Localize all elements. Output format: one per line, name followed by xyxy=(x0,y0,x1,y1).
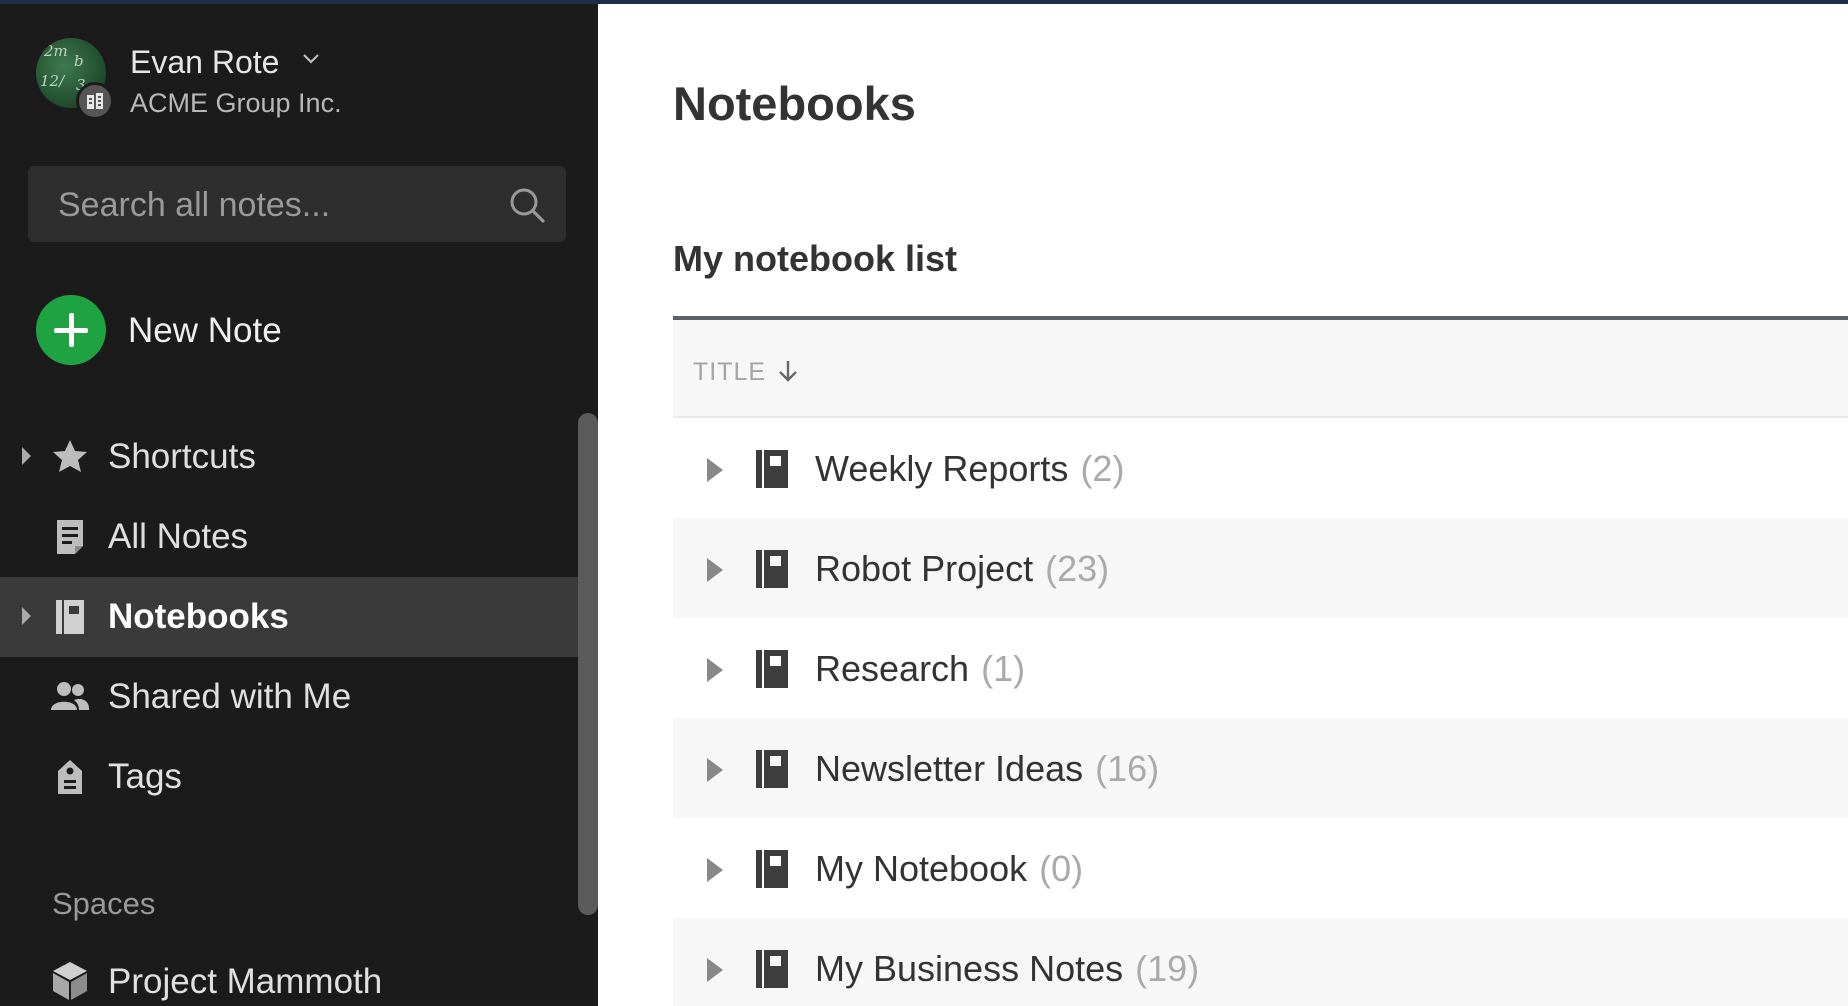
main-panel: Notebooks My notebook list TITLE Weekly … xyxy=(598,4,1848,1006)
people-icon xyxy=(50,677,90,717)
notebook-icon xyxy=(755,648,789,690)
column-header-title[interactable]: TITLE xyxy=(673,320,1848,418)
notebook-row[interactable]: Newsletter Ideas (16) xyxy=(673,718,1848,818)
chevron-down-icon[interactable] xyxy=(302,52,320,70)
note-count: (19) xyxy=(1135,948,1200,989)
user-name[interactable]: Evan Rote xyxy=(130,44,279,81)
notebook-icon xyxy=(755,848,789,890)
notebook-icon xyxy=(755,548,789,590)
sidebar: 2m b 12/ 3 Evan Rote ACME Group Inc. Sea… xyxy=(0,4,598,1006)
expand-caret-icon[interactable] xyxy=(22,607,31,625)
search-icon[interactable] xyxy=(508,186,546,229)
star-icon xyxy=(50,437,90,477)
expand-caret-icon[interactable] xyxy=(707,758,723,782)
new-note-label: New Note xyxy=(128,311,282,350)
cube-icon xyxy=(50,960,90,1002)
column-title-label: TITLE xyxy=(693,358,767,386)
note-count: (0) xyxy=(1039,848,1084,889)
notebook-list-title: My notebook list xyxy=(673,238,958,279)
plus-icon xyxy=(36,295,106,365)
note-count: (1) xyxy=(981,648,1026,689)
notebook-list: Weekly Reports (2) Robot Project (23) Rese… xyxy=(673,418,1848,1006)
new-note-button[interactable]: New Note xyxy=(36,295,356,365)
note-count: (23) xyxy=(1045,548,1110,589)
space-item-project-mammoth[interactable]: Project Mammoth xyxy=(0,944,580,1006)
sidebar-item-label: All Notes xyxy=(108,517,249,556)
account-switcher[interactable]: 2m b 12/ 3 Evan Rote ACME Group Inc. xyxy=(36,38,456,122)
notebook-row[interactable]: My Notebook (0) xyxy=(673,818,1848,918)
notebook-name: Research xyxy=(815,648,970,689)
notebook-icon xyxy=(755,948,789,990)
space-item-label: Project Mammoth xyxy=(108,962,383,1001)
sidebar-item-shared-with-me[interactable]: Shared with Me xyxy=(0,657,580,737)
notebook-icon xyxy=(50,597,90,637)
note-icon xyxy=(50,517,90,557)
expand-caret-icon[interactable] xyxy=(707,658,723,682)
notebook-row[interactable]: Robot Project (23) xyxy=(673,518,1848,618)
sidebar-nav: Shortcuts All Notes Notebooks Shared wit… xyxy=(0,417,580,817)
notebook-name: My Business Notes xyxy=(815,948,1124,989)
sidebar-item-label: Notebooks xyxy=(108,597,289,636)
expand-caret-icon[interactable] xyxy=(707,958,723,982)
sidebar-item-shortcuts[interactable]: Shortcuts xyxy=(0,417,580,497)
notebook-name: Newsletter Ideas xyxy=(815,748,1084,789)
sidebar-item-label: Shared with Me xyxy=(108,677,352,716)
expand-caret-icon[interactable] xyxy=(707,558,723,582)
sidebar-item-notebooks[interactable]: Notebooks xyxy=(0,577,580,657)
search-placeholder: Search all notes... xyxy=(58,186,331,224)
notebook-icon xyxy=(755,748,789,790)
sidebar-item-label: Shortcuts xyxy=(108,437,256,476)
expand-caret-icon[interactable] xyxy=(707,458,723,482)
tag-icon xyxy=(50,757,90,797)
expand-caret-icon[interactable] xyxy=(22,447,31,465)
note-count: (2) xyxy=(1080,448,1125,489)
sidebar-item-label: Tags xyxy=(108,757,182,796)
notebook-name: My Notebook xyxy=(815,848,1028,889)
expand-caret-icon[interactable] xyxy=(707,858,723,882)
sort-arrow-down-icon[interactable] xyxy=(777,358,799,389)
sidebar-item-tags[interactable]: Tags xyxy=(0,737,580,817)
notebook-row[interactable]: Research (1) xyxy=(673,618,1848,718)
notebook-name: Weekly Reports xyxy=(815,448,1069,489)
organization-name: ACME Group Inc. xyxy=(130,88,342,118)
page-title: Notebooks xyxy=(673,77,916,130)
spaces-heading: Spaces xyxy=(52,886,156,921)
notebook-row[interactable]: My Business Notes (19) xyxy=(673,918,1848,1006)
notebook-name: Robot Project xyxy=(815,548,1034,589)
notebook-row[interactable]: Weekly Reports (2) xyxy=(673,418,1848,518)
search-input[interactable]: Search all notes... xyxy=(28,166,566,242)
building-icon xyxy=(76,82,114,120)
notebook-icon xyxy=(755,448,789,490)
note-count: (16) xyxy=(1095,748,1160,789)
sidebar-item-all-notes[interactable]: All Notes xyxy=(0,497,580,577)
sidebar-scrollbar[interactable] xyxy=(578,413,598,915)
